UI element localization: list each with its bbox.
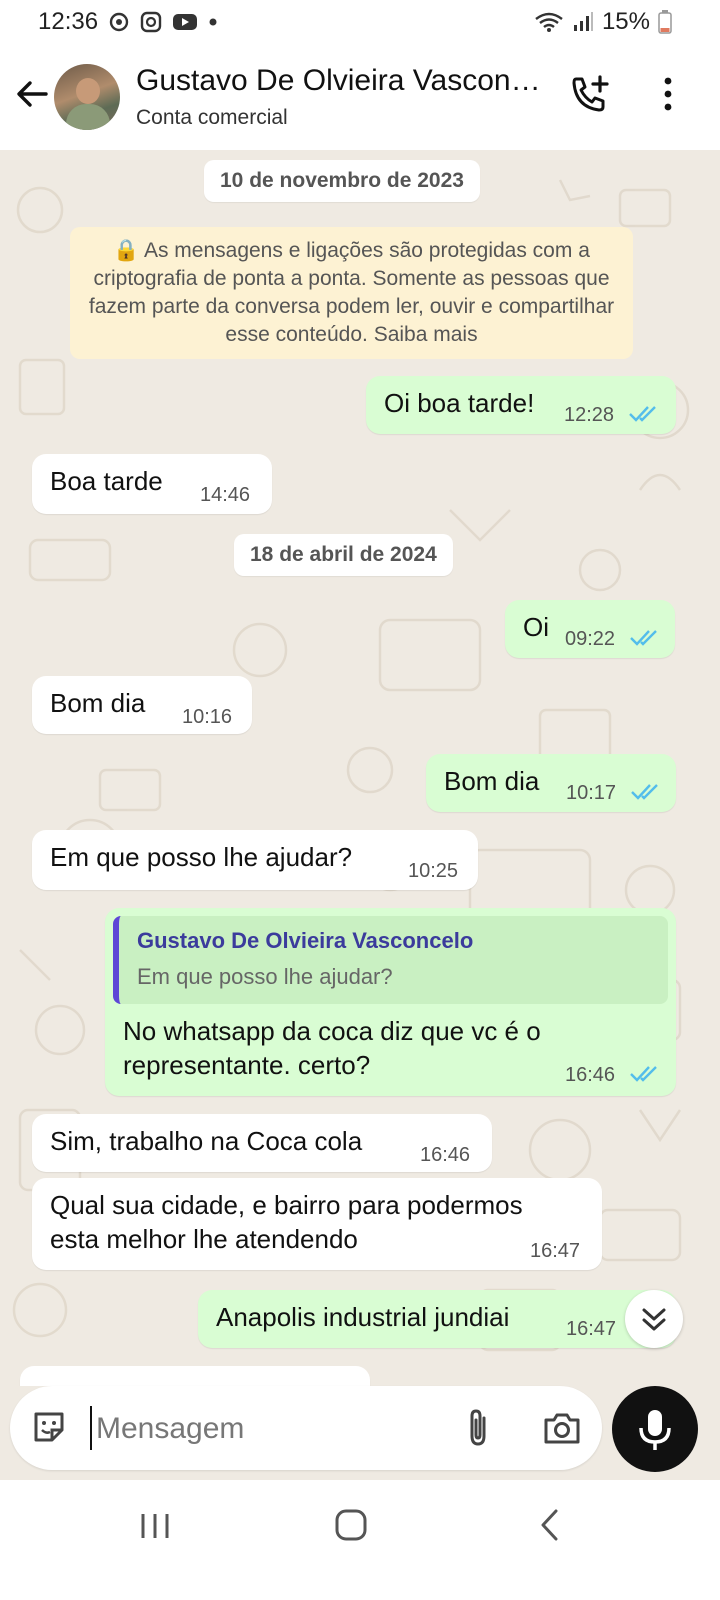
message-text: Oi boa tarde!: [384, 388, 535, 418]
home-icon[interactable]: [334, 1508, 368, 1542]
read-ticks-icon: [630, 630, 657, 646]
chat-header: Gustavo De Olvieira Vascon… Conta comerc…: [0, 46, 720, 151]
camera-icon[interactable]: [542, 1410, 582, 1446]
contact-name[interactable]: Gustavo De Olvieira Vascon…: [136, 64, 541, 98]
message-time: 10:16: [182, 706, 233, 728]
back-arrow-icon[interactable]: [14, 76, 50, 112]
message-incoming[interactable]: Em que posso lhe ajudar? 10:25: [32, 830, 478, 890]
message-text: Anapolis industrial jundiai: [216, 1302, 510, 1332]
message-time: 16:46: [420, 1144, 471, 1166]
scroll-to-bottom-button[interactable]: [625, 1290, 683, 1348]
message-time: 16:47: [530, 1240, 581, 1262]
signal-icon: [573, 12, 593, 31]
contact-avatar[interactable]: [54, 64, 120, 130]
message-time: 16:46: [565, 1064, 616, 1086]
message-text: Em que posso lhe ajudar?: [50, 842, 353, 872]
message-text-line2: representante. certo?: [123, 1050, 371, 1080]
add-call-icon[interactable]: [570, 74, 610, 114]
message-time: 16:47: [566, 1318, 617, 1340]
date-divider: 10 de novembro de 2023: [204, 160, 480, 202]
system-nav-bar: [0, 1480, 720, 1600]
message-outgoing[interactable]: Oi 09:22: [505, 600, 675, 658]
text-caret: [90, 1406, 92, 1450]
voice-record-button[interactable]: [612, 1386, 698, 1472]
read-ticks-icon: [630, 1066, 657, 1082]
message-text-line2: esta melhor lhe atendendo: [50, 1224, 358, 1254]
message-text-line1: Qual sua cidade, e bairro para podermos: [50, 1190, 523, 1220]
status-bar: 12:36 15%: [0, 0, 720, 46]
message-incoming[interactable]: Qual sua cidade, e bairro para podermos …: [32, 1178, 602, 1270]
message-text: Bom dia: [50, 688, 146, 718]
message-text: Boa tarde: [50, 466, 163, 496]
message-text-line1: No whatsapp da coca diz que vc é o: [123, 1016, 541, 1046]
message-time: 09:22: [565, 628, 616, 650]
recent-apps-icon[interactable]: [138, 1512, 172, 1540]
battery-icon: [658, 10, 672, 34]
message-time: 12:28: [564, 404, 615, 426]
wifi-icon: [535, 12, 563, 32]
contact-subtitle: Conta comercial: [136, 106, 288, 129]
double-chevron-down-icon: [642, 1308, 666, 1331]
message-composer: [10, 1386, 602, 1470]
encryption-notice[interactable]: 🔒 As mensagens e ligações são protegidas…: [70, 227, 633, 359]
quoted-sender: Gustavo De Olvieira Vasconcelo: [137, 928, 474, 953]
sticker-emoji-icon[interactable]: [30, 1408, 68, 1446]
message-input[interactable]: [94, 1406, 448, 1452]
instagram-icon: [140, 11, 162, 33]
message-incoming[interactable]: Sim, trabalho na Coca cola 16:46: [32, 1114, 492, 1172]
microphone-icon: [639, 1410, 671, 1450]
quoted-message[interactable]: Gustavo De Olvieira Vasconcelo Em que po…: [113, 916, 668, 1004]
message-outgoing[interactable]: Bom dia 10:17: [426, 754, 676, 812]
message-outgoing[interactable]: Anapolis industrial jundiai 16:47: [198, 1290, 676, 1348]
message-incoming[interactable]: Bom dia 10:16: [32, 676, 252, 734]
message-incoming-partial[interactable]: [20, 1366, 370, 1386]
message-text: Bom dia: [444, 766, 540, 796]
message-time: 14:46: [200, 484, 251, 506]
status-time: 12:36: [38, 8, 99, 35]
battery-percent: 15%: [601, 8, 650, 35]
dot-icon: [209, 18, 217, 26]
paperclip-icon[interactable]: [460, 1408, 496, 1448]
message-text: Oi: [523, 612, 549, 642]
whatsapp-status-icon: [109, 12, 129, 32]
nav-back-icon[interactable]: [538, 1508, 562, 1542]
message-outgoing-reply[interactable]: Gustavo De Olvieira Vasconcelo Em que po…: [105, 908, 676, 1096]
chat-area[interactable]: 10 de novembro de 2023 🔒 As mensagens e …: [0, 150, 720, 1386]
youtube-icon: [173, 14, 198, 30]
more-options-icon[interactable]: [660, 76, 676, 112]
read-ticks-icon: [631, 784, 658, 800]
message-time: 10:17: [566, 782, 617, 804]
message-outgoing[interactable]: Oi boa tarde! 12:28: [366, 376, 676, 434]
message-incoming[interactable]: Boa tarde 14:46: [32, 454, 272, 514]
message-text: Sim, trabalho na Coca cola: [50, 1126, 363, 1156]
message-time: 10:25: [408, 860, 459, 882]
quoted-text: Em que posso lhe ajudar?: [137, 964, 393, 989]
date-divider: 18 de abril de 2024: [234, 534, 453, 576]
read-ticks-icon: [629, 406, 656, 422]
